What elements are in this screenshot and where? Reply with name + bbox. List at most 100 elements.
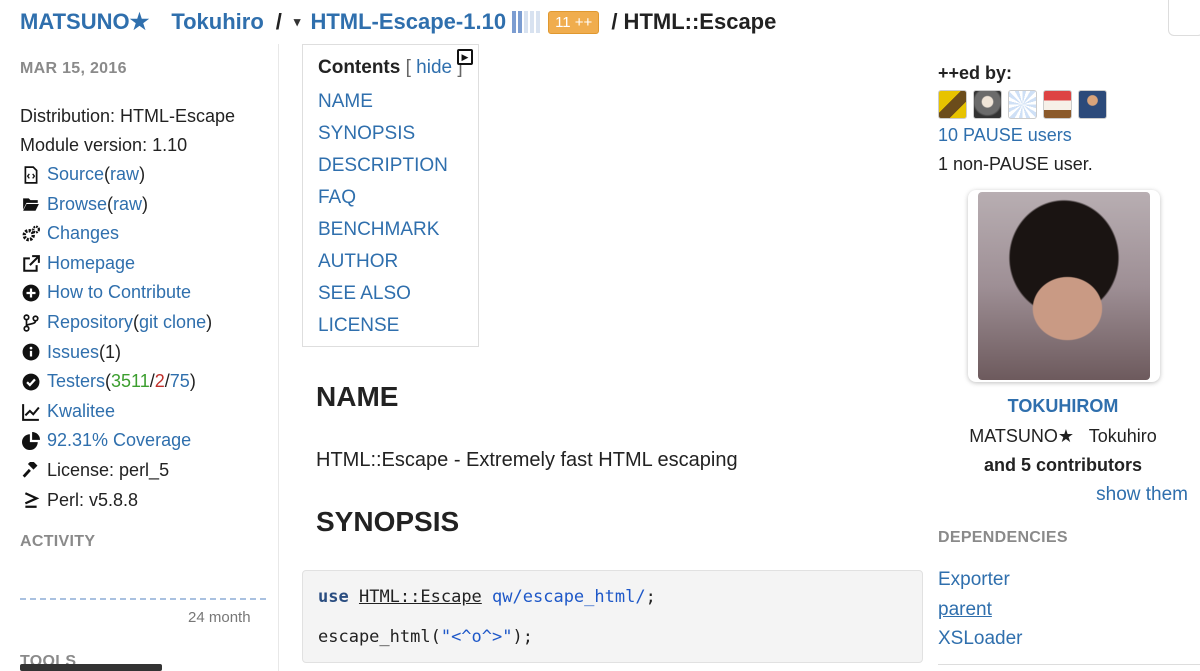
dependency-link[interactable]: parent <box>938 599 992 621</box>
nav-source: Source (raw) <box>20 160 270 190</box>
greater-equal-icon <box>20 489 42 511</box>
author-photo[interactable] <box>968 190 1160 382</box>
nav-testers: Testers (3511 / 2 / 75) <box>20 367 270 397</box>
toc-item-name[interactable]: NAME <box>318 86 478 118</box>
source-link[interactable]: Source <box>47 160 104 190</box>
code-call-end: ); <box>512 627 533 647</box>
toc-item-see-also[interactable]: SEE ALSO <box>318 278 478 310</box>
avatar[interactable] <box>1078 90 1107 119</box>
testers-close: ) <box>189 371 196 392</box>
author-family-link[interactable]: MATSUNO★ <box>20 9 149 35</box>
testers-link[interactable]: Testers <box>47 367 105 397</box>
external-link-icon <box>20 253 42 275</box>
nav-homepage: Homepage <box>20 249 270 279</box>
pause-users-link[interactable]: 10 PAUSE users <box>938 125 1072 145</box>
activity-title: ACTIVITY <box>20 533 96 550</box>
breadcrumb-separator: / <box>275 9 282 34</box>
license-label: License: perl_5 <box>47 459 170 480</box>
toc-item-author[interactable]: AUTHOR <box>318 246 478 278</box>
activity-sparkline <box>20 598 266 600</box>
module-version-label: Module version: 1.10 <box>20 135 188 155</box>
plusplus-badge[interactable]: 11 ++ <box>548 10 600 34</box>
code-keyword-use: use <box>318 587 349 607</box>
nav-coverage: 92.31% Coverage <box>20 426 270 456</box>
testers-fail-count[interactable]: 2 <box>155 367 165 397</box>
issues-link[interactable]: Issues <box>47 338 99 368</box>
non-pause-users: 1 non-PAUSE user. <box>938 154 1093 174</box>
kwalitee-link[interactable]: Kwalitee <box>47 397 115 427</box>
code-semicolon: ; <box>645 587 656 607</box>
toc-bracket-open: [ <box>400 57 417 78</box>
info-circle-icon <box>20 341 42 363</box>
module-path: / HTML::Escape <box>611 9 777 34</box>
file-code-icon <box>20 164 42 186</box>
check-circle-icon <box>20 371 42 393</box>
avatar[interactable] <box>973 90 1002 119</box>
nav-perl: Perl: v5.8.8 <box>20 486 270 516</box>
nav-contribute: How to Contribute <box>20 278 270 308</box>
issues-count: (1) <box>99 341 122 362</box>
expand-icon[interactable]: ▶ <box>457 49 473 65</box>
toc-header: Contents [ hide ] <box>318 55 478 81</box>
nav-kwalitee: Kwalitee <box>20 397 270 427</box>
right-divider <box>938 664 1200 665</box>
search-box-corner[interactable] <box>1168 0 1200 36</box>
avatar[interactable] <box>938 90 967 119</box>
rating-bar <box>518 11 523 33</box>
code-qw-list: qw/escape_html/ <box>492 587 646 607</box>
name-description: HTML::Escape - Extremely fast HTML escap… <box>316 449 738 471</box>
perl-version-label: Perl: v5.8.8 <box>47 489 139 510</box>
repository-link[interactable]: Repository <box>47 308 133 338</box>
name-heading: NAME <box>316 381 399 412</box>
toc-item-faq[interactable]: FAQ <box>318 182 478 214</box>
distribution-label: Distribution: HTML-Escape <box>20 106 236 126</box>
plus-circle-icon <box>20 282 42 304</box>
rating-bar <box>530 11 535 33</box>
author-name: MATSUNO★ Tokuhiro <box>969 426 1157 446</box>
browse-paren-close: ) <box>142 193 149 214</box>
code-line-1: use HTML::Escape qw/escape_html/; <box>318 585 922 625</box>
synopsis-heading: SYNOPSIS <box>316 506 460 537</box>
git-clone-link[interactable]: git clone <box>139 308 206 338</box>
homepage-link[interactable]: Homepage <box>47 249 135 279</box>
how-to-contribute-link[interactable]: How to Contribute <box>47 278 191 308</box>
browse-link[interactable]: Browse <box>47 190 107 220</box>
changes-link[interactable]: Changes <box>47 219 119 249</box>
toc-title: Contents <box>318 57 401 78</box>
sidebar-divider <box>278 44 279 671</box>
release-date: MAR 15, 2016 <box>20 60 127 77</box>
rating-bar <box>536 11 541 33</box>
toc-hide-link[interactable]: hide <box>416 57 452 78</box>
activity-period: 24 month <box>188 609 251 626</box>
source-raw-link[interactable]: raw <box>110 160 139 190</box>
author-id-link[interactable]: TOKUHIROM <box>938 396 1188 417</box>
dependency-link[interactable]: XSLoader <box>938 628 1023 650</box>
dependency-link[interactable]: Exporter <box>938 569 1010 591</box>
contributors-count: and 5 contributors <box>983 455 1142 475</box>
testers-pass-count[interactable]: 3511 <box>111 367 150 397</box>
toc-item-synopsis[interactable]: SYNOPSIS <box>318 118 478 150</box>
show-contributors-link[interactable]: show them <box>1096 484 1188 506</box>
dependencies-title: DEPENDENCIES <box>938 529 1068 546</box>
browse-raw-link[interactable]: raw <box>113 190 142 220</box>
code-function-call: escape_html( <box>318 627 441 647</box>
tools-dropdown-bar[interactable] <box>20 664 162 671</box>
distribution-link[interactable]: HTML-Escape-1.10 <box>310 9 506 35</box>
author-given-link[interactable]: Tokuhiro <box>171 9 263 35</box>
toc-item-description[interactable]: DESCRIPTION <box>318 150 478 182</box>
plusplus-title: ++ed by: <box>938 63 1013 83</box>
toc-item-license[interactable]: LICENSE <box>318 310 478 342</box>
nav-issues: Issues (1) <box>20 338 270 368</box>
testers-na-count[interactable]: 75 <box>170 367 190 397</box>
author-photo-image <box>978 192 1150 380</box>
right-sidebar: ++ed by: 10 PAUSE users 1 non-PAUSE user… <box>938 60 1200 179</box>
avatar[interactable] <box>1008 90 1037 119</box>
rating-bars-icon <box>512 11 541 33</box>
avatar[interactable] <box>1043 90 1072 119</box>
release-dropdown-icon[interactable]: ▾ <box>294 14 301 30</box>
synopsis-code-block: use HTML::Escape qw/escape_html/; escape… <box>302 570 923 663</box>
toc-item-benchmark[interactable]: BENCHMARK <box>318 214 478 246</box>
coverage-link[interactable]: 92.31% Coverage <box>47 426 191 456</box>
table-of-contents: Contents [ hide ] ▶ NAME SYNOPSIS DESCRI… <box>302 44 479 347</box>
code-module-link[interactable]: HTML::Escape <box>359 587 482 607</box>
